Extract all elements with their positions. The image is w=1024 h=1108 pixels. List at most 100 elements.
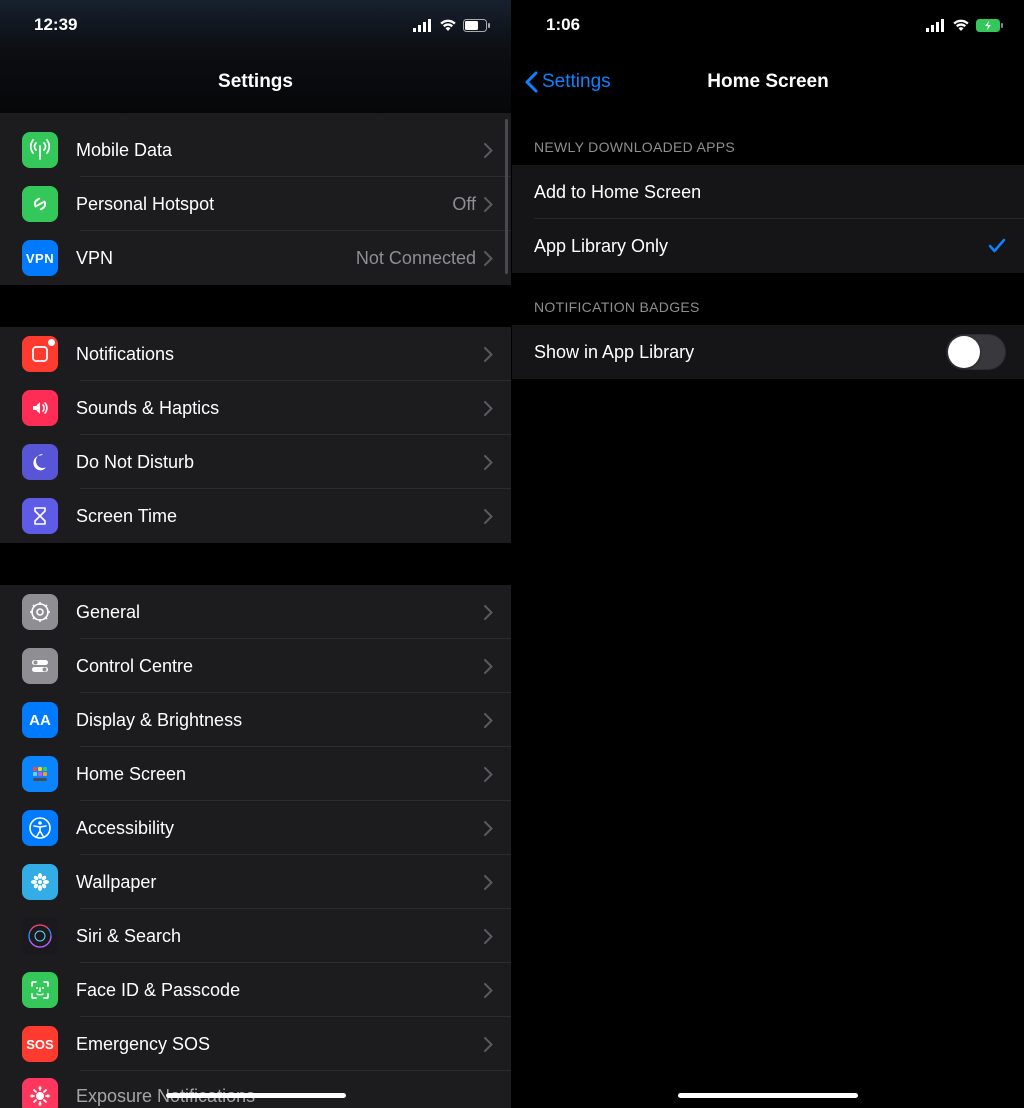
home-indicator[interactable] [678,1093,858,1098]
chevron-right-icon [484,197,493,212]
row-add-to-home-screen[interactable]: Add to Home Screen [512,165,1024,219]
row-do-not-disturb[interactable]: Do Not Disturb [0,435,511,489]
row-siri-search[interactable]: Siri & Search [0,909,511,963]
moon-icon [22,444,58,480]
group-notification-badges: Show in App Library [512,325,1024,379]
grid-icon [22,756,58,792]
sos-icon: SOS [22,1026,58,1062]
row-vpn[interactable]: VPN VPN Not Connected [0,231,511,285]
row-app-library-only[interactable]: App Library Only [512,219,1024,273]
chevron-right-icon [484,929,493,944]
wifi-icon [952,19,970,32]
group-newly-downloaded: Add to Home Screen App Library Only [512,165,1024,273]
chevron-right-icon [484,455,493,470]
row-label: Wallpaper [76,872,484,893]
row-label: Control Centre [76,656,484,677]
status-bar: 12:39 [0,0,511,50]
switches-icon [22,648,58,684]
row-label: Sounds & Haptics [76,398,484,419]
battery-charging-icon [976,19,1004,32]
chevron-right-icon [484,659,493,674]
row-label: Accessibility [76,818,484,839]
hourglass-icon [22,498,58,534]
row-value: Off [452,194,476,215]
accessibility-icon [22,810,58,846]
chevron-right-icon [484,509,493,524]
row-label: Show in App Library [534,342,946,363]
chevron-right-icon [484,605,493,620]
nav-header: Settings Home Screen [512,50,1024,113]
row-value: Not Connected [356,248,476,269]
status-icons [926,19,1004,32]
row-emergency-sos[interactable]: SOS Emergency SOS [0,1017,511,1071]
row-label: Do Not Disturb [76,452,484,473]
row-label: Add to Home Screen [534,182,1006,203]
antenna-icon [22,132,58,168]
row-label: Emergency SOS [76,1034,484,1055]
chevron-right-icon [484,821,493,836]
row-wallpaper[interactable]: Wallpaper [0,855,511,909]
row-personal-hotspot[interactable]: Personal Hotspot Off [0,177,511,231]
row-mobile-data[interactable]: Mobile Data [0,123,511,177]
settings-group-general: General Control Centre AA Display & Brig… [0,585,511,1108]
status-bar: 1:06 [512,0,1024,50]
row-general[interactable]: General [0,585,511,639]
settings-root-pane: 12:39 Settings Mobile Data [0,0,512,1108]
row-home-screen[interactable]: Home Screen [0,747,511,801]
flower-icon [22,864,58,900]
vpn-icon: VPN [22,240,58,276]
faceid-icon [22,972,58,1008]
row-label: VPN [76,248,356,269]
wifi-icon [439,19,457,32]
back-button[interactable]: Settings [524,71,611,93]
row-sounds-haptics[interactable]: Sounds & Haptics [0,381,511,435]
row-label: Home Screen [76,764,484,785]
row-label: Personal Hotspot [76,194,452,215]
status-time: 12:39 [34,15,77,35]
status-icons [413,19,491,32]
chevron-right-icon [484,767,493,782]
notifications-icon [22,336,58,372]
chevron-right-icon [484,347,493,362]
chevron-right-icon [484,713,493,728]
row-accessibility[interactable]: Accessibility [0,801,511,855]
row-control-centre[interactable]: Control Centre [0,639,511,693]
settings-group-network: Mobile Data Personal Hotspot Off VPN VPN [0,113,511,285]
row-label: Notifications [76,344,484,365]
row-display-brightness[interactable]: AA Display & Brightness [0,693,511,747]
row-exposure-notifications[interactable]: Exposure Notifications [0,1071,511,1108]
row-show-in-app-library[interactable]: Show in App Library [512,325,1024,379]
page-title: Home Screen [707,71,828,93]
chevron-right-icon [484,983,493,998]
cellular-icon [413,19,433,32]
exposure-icon [22,1078,58,1108]
home-indicator[interactable] [166,1093,346,1098]
cellular-icon [926,19,946,32]
section-header-newly-downloaded: Newly Downloaded Apps [512,113,1024,165]
chevron-right-icon [484,401,493,416]
row-label: App Library Only [534,236,988,257]
chevron-right-icon [484,1037,493,1052]
row-face-id-passcode[interactable]: Face ID & Passcode [0,963,511,1017]
home-screen-content: Newly Downloaded Apps Add to Home Screen… [512,113,1024,379]
chevron-right-icon [484,143,493,158]
nav-header: Settings [0,50,511,113]
aa-icon: AA [22,702,58,738]
toggle-show-in-app-library[interactable] [946,334,1006,370]
chevron-right-icon [484,251,493,266]
battery-icon [463,19,491,32]
row-label: Siri & Search [76,926,484,947]
section-header-notification-badges: Notification Badges [512,273,1024,325]
row-label: General [76,602,484,623]
row-notifications[interactable]: Notifications [0,327,511,381]
row-screen-time[interactable]: Screen Time [0,489,511,543]
row-label: Screen Time [76,506,484,527]
settings-scroll[interactable]: Mobile Data Personal Hotspot Off VPN VPN [0,113,511,1108]
row-label: Face ID & Passcode [76,980,484,1001]
settings-group-notifications: Notifications Sounds & Haptics [0,327,511,543]
scrollbar[interactable] [505,119,508,274]
chevron-right-icon [484,875,493,890]
back-label: Settings [542,71,611,93]
link-icon [22,186,58,222]
checkmark-icon [988,238,1006,254]
